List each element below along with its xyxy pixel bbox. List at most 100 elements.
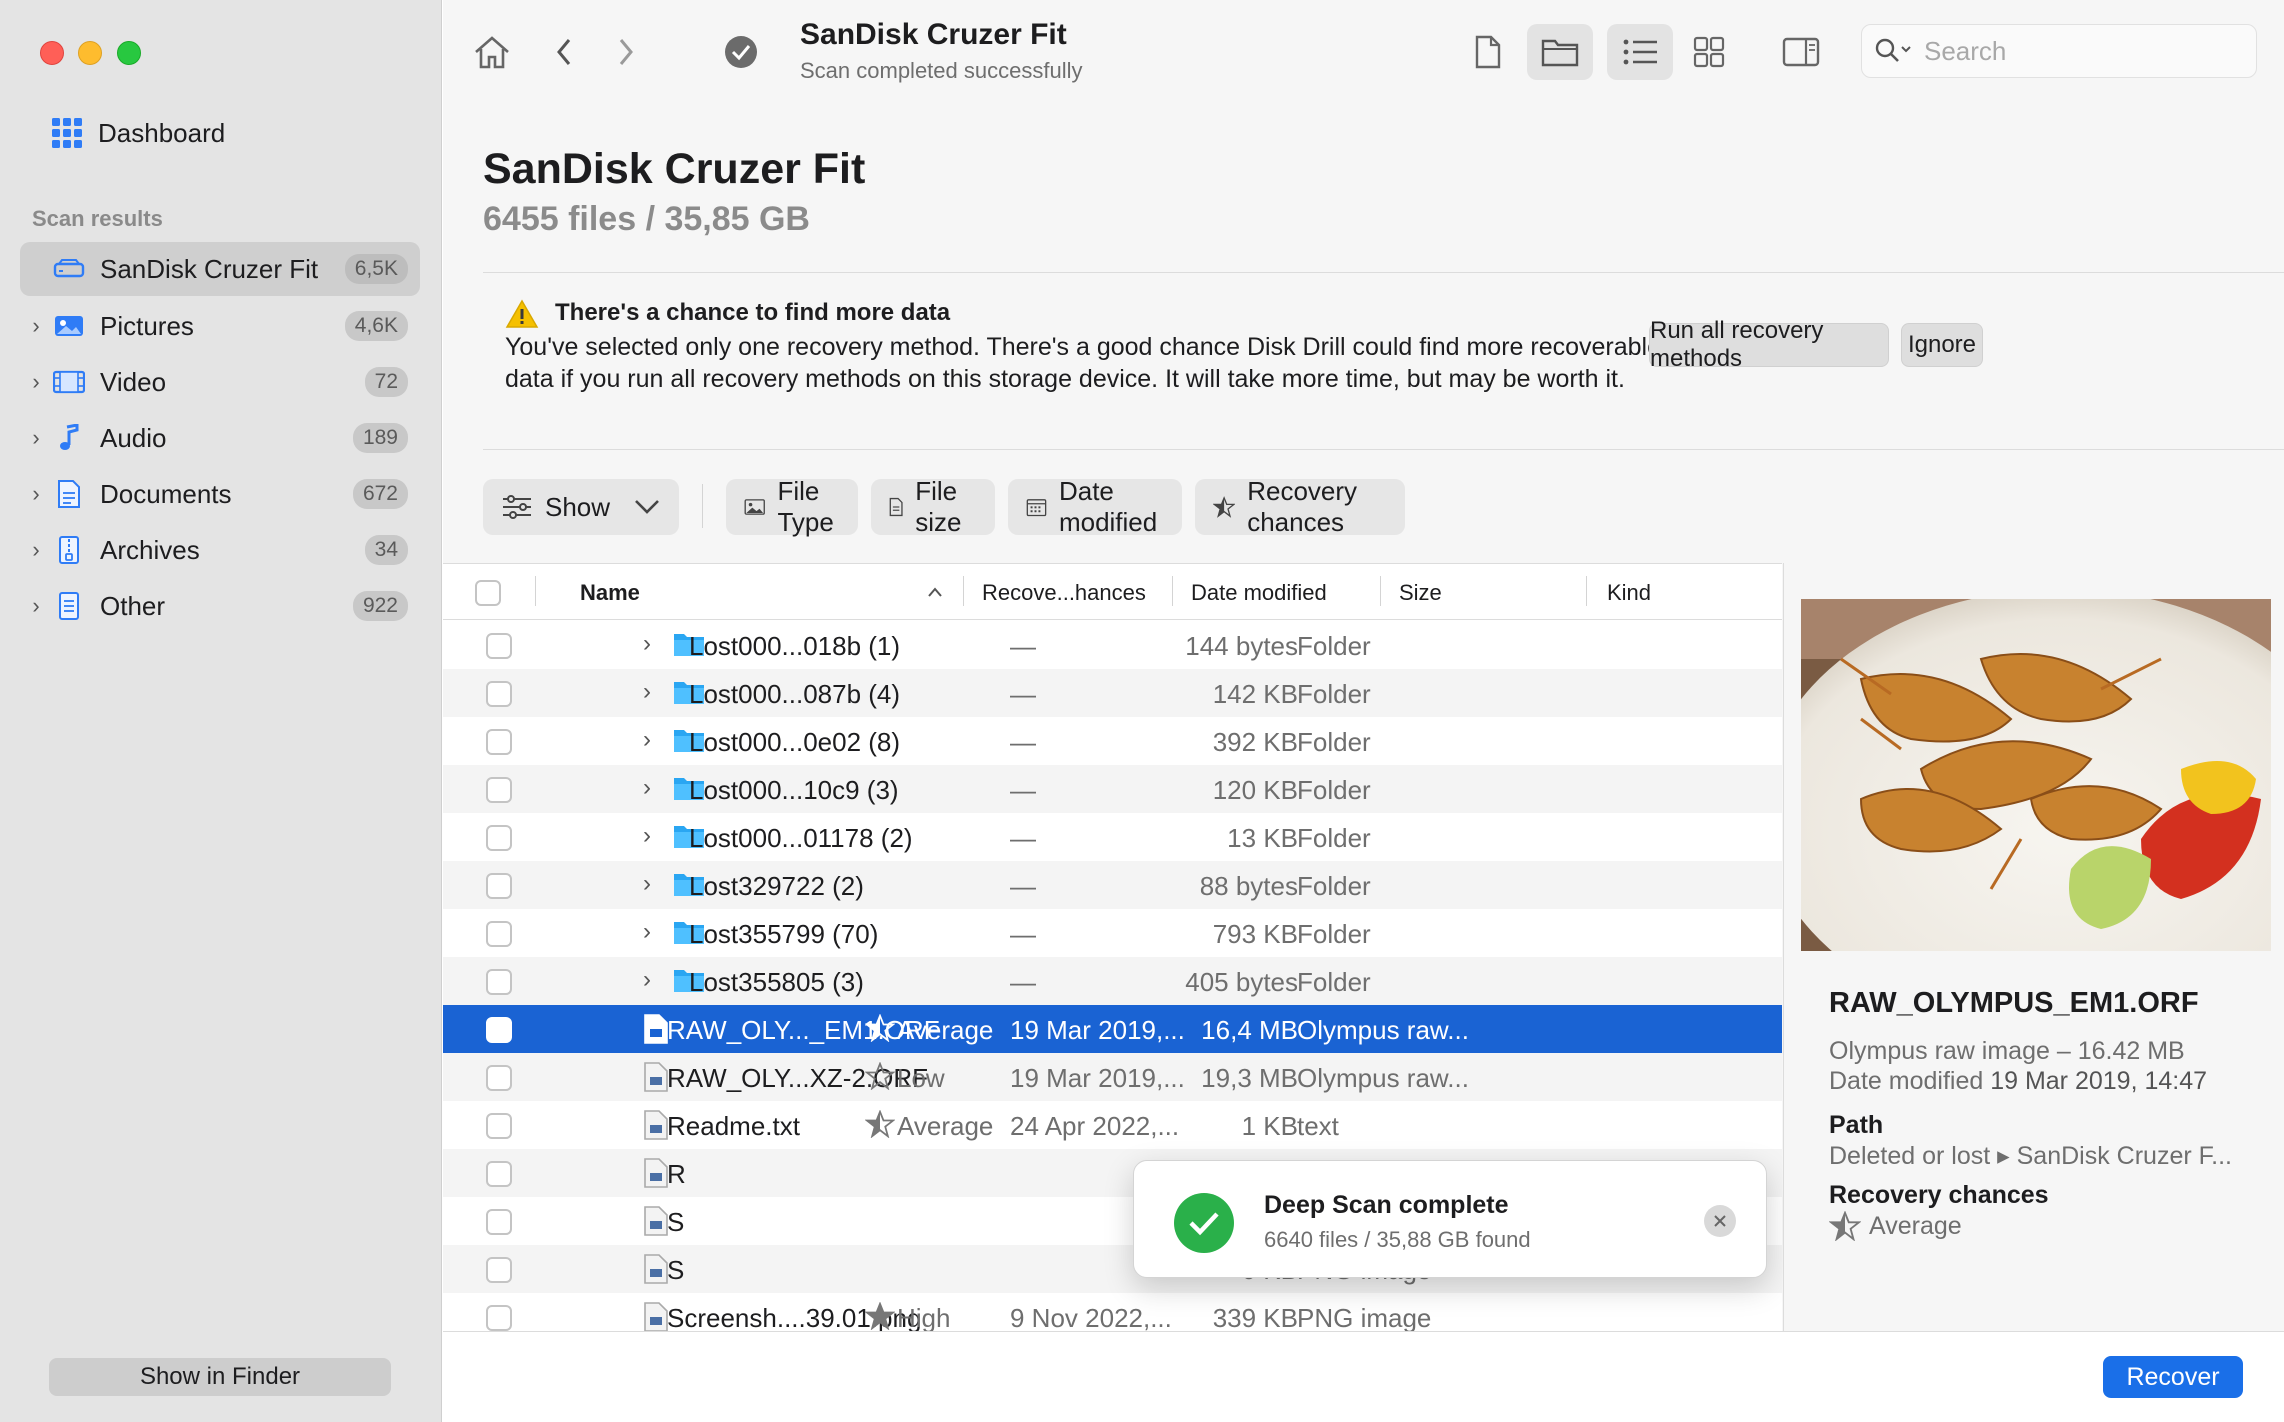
- sidebar-item-pictures[interactable]: › Pictures 4,6K: [20, 299, 420, 353]
- row-size: 13 KB: [1227, 823, 1298, 853]
- select-all-checkbox[interactable]: [475, 580, 501, 606]
- table-row[interactable]: › Lost000...0e02 (8) — 392 KB Folder: [443, 717, 1782, 765]
- preview-date-value: 19 Mar 2019, 14:47: [1990, 1067, 2208, 1095]
- row-checkbox[interactable]: [486, 681, 512, 707]
- sidebar: Dashboard Scan results SanDisk Cruzer Fi…: [0, 0, 442, 1422]
- grid-view-button[interactable]: [1681, 24, 1737, 80]
- sidebar-item-audio[interactable]: › Audio 189: [20, 411, 420, 465]
- row-size: 405 bytes: [1185, 967, 1298, 997]
- file-size-label: File size: [915, 476, 962, 537]
- table-row[interactable]: › Lost000...018b (1) — 144 bytes Folder: [443, 621, 1782, 669]
- row-checkbox[interactable]: [486, 1209, 512, 1235]
- minimize-window-button[interactable]: [78, 41, 102, 65]
- sidebar-item-video[interactable]: › Video 72: [20, 355, 420, 409]
- close-window-button[interactable]: [40, 41, 64, 65]
- toggle-preview-button[interactable]: [1773, 24, 1829, 80]
- zoom-window-button[interactable]: [117, 41, 141, 65]
- chevron-right-icon[interactable]: ›: [20, 481, 52, 507]
- row-checkbox[interactable]: [486, 921, 512, 947]
- row-date: —: [1010, 727, 1036, 757]
- chevron-right-icon[interactable]: ›: [20, 593, 52, 619]
- table-row[interactable]: › Lost000...087b (4) — 142 KB Folder: [443, 669, 1782, 717]
- row-checkbox[interactable]: [486, 1161, 512, 1187]
- ignore-button[interactable]: Ignore: [1901, 323, 1983, 367]
- chevron-right-icon[interactable]: ›: [643, 870, 651, 898]
- chevron-right-icon[interactable]: ›: [643, 726, 651, 754]
- table-row[interactable]: › Lost355799 (70) — 793 KB Folder: [443, 909, 1782, 957]
- row-recovery: Average: [897, 1015, 994, 1045]
- row-checkbox[interactable]: [486, 969, 512, 995]
- table-row[interactable]: › Lost000...01178 (2) — 13 KB Folder: [443, 813, 1782, 861]
- sidebar-item-documents[interactable]: › Documents 672: [20, 467, 420, 521]
- column-recovery-chances[interactable]: Recove...hances: [982, 580, 1146, 606]
- row-checkbox[interactable]: [486, 825, 512, 851]
- sidebar-item-label: Documents: [100, 478, 232, 509]
- row-checkbox[interactable]: [486, 1113, 512, 1139]
- chevron-right-icon[interactable]: ›: [20, 313, 52, 339]
- row-checkbox[interactable]: [486, 1305, 512, 1331]
- sidebar-item-label: Other: [100, 590, 166, 621]
- row-checkbox[interactable]: [486, 1065, 512, 1091]
- forward-button[interactable]: [598, 24, 654, 80]
- row-date: —: [1010, 679, 1036, 709]
- chevron-right-icon[interactable]: ›: [20, 369, 52, 395]
- chevron-right-icon[interactable]: ›: [20, 537, 52, 563]
- row-kind: Folder: [1297, 871, 1371, 901]
- chevron-right-icon[interactable]: ›: [643, 966, 651, 994]
- row-recovery: Average: [897, 1111, 994, 1141]
- table-row[interactable]: › Lost000...10c9 (3) — 120 KB Folder: [443, 765, 1782, 813]
- table-row[interactable]: Readme.txt Average 24 Apr 2022,... 1 KB text: [443, 1101, 1782, 1149]
- date-modified-filter-button[interactable]: Date modified: [1008, 476, 1182, 537]
- chevron-right-icon[interactable]: ›: [20, 425, 52, 451]
- column-size[interactable]: Size: [1399, 580, 1442, 606]
- table-row[interactable]: RAW_OLY...XZ-2.ORF Low 19 Mar 2019,... 19,3…: [443, 1053, 1782, 1101]
- chevron-right-icon[interactable]: ›: [643, 822, 651, 850]
- preview-panel: RAW_OLYMPUS_EM1.ORF Olympus raw image – …: [1783, 563, 2284, 1331]
- chevron-right-icon[interactable]: ›: [643, 678, 651, 706]
- search-field[interactable]: Search: [1861, 24, 2257, 78]
- folder-view-button[interactable]: [1527, 24, 1593, 80]
- back-button[interactable]: [536, 24, 592, 80]
- row-date: —: [1010, 871, 1036, 901]
- file-view-button[interactable]: [1460, 24, 1516, 80]
- sidebar-item-other[interactable]: › Other 922: [20, 579, 420, 633]
- sidebar-item-dashboard[interactable]: Dashboard: [52, 113, 225, 153]
- show-in-finder-button[interactable]: Show in Finder: [49, 1358, 391, 1396]
- column-date-modified[interactable]: Date modified: [1191, 580, 1327, 606]
- show-filter-button[interactable]: Show: [483, 479, 679, 535]
- row-checkbox[interactable]: [486, 1017, 512, 1043]
- sidebar-item-archives[interactable]: › Archives 34: [20, 523, 420, 577]
- row-checkbox[interactable]: [486, 633, 512, 659]
- close-toast-button[interactable]: [1704, 1205, 1736, 1237]
- preview-filename: RAW_OLYMPUS_EM1.ORF: [1829, 987, 2199, 1019]
- row-size: 793 KB: [1212, 919, 1298, 949]
- home-button[interactable]: [464, 24, 520, 80]
- sidebar-item-sandisk[interactable]: SanDisk Cruzer Fit 6,5K: [20, 242, 420, 296]
- chevron-right-icon[interactable]: ›: [643, 774, 651, 802]
- table-row[interactable]: › Lost329722 (2) — 88 bytes Folder: [443, 861, 1782, 909]
- preview-path-value[interactable]: Deleted or lost ▸ SanDisk Cruzer F...: [1829, 1141, 2232, 1171]
- column-name[interactable]: Name: [580, 580, 640, 606]
- table-row[interactable]: › Lost355805 (3) — 405 bytes Folder: [443, 957, 1782, 1005]
- row-checkbox[interactable]: [486, 777, 512, 803]
- sliders-icon: [503, 495, 531, 519]
- chevron-right-icon[interactable]: ›: [643, 918, 651, 946]
- grid-icon: [1693, 36, 1725, 68]
- recover-button[interactable]: Recover: [2103, 1356, 2243, 1398]
- row-date: 24 Apr 2022,...: [1010, 1111, 1180, 1141]
- row-date: 19 Mar 2019,...: [1010, 1063, 1185, 1093]
- row-checkbox[interactable]: [486, 729, 512, 755]
- table-row[interactable]: Screensh....39.01.png High 9 Nov 2022,... 3…: [443, 1293, 1782, 1331]
- table-row[interactable]: RAW_OLY..._EM1.ORF Average 19 Mar 2019,...…: [443, 1005, 1782, 1053]
- column-kind[interactable]: Kind: [1607, 580, 1651, 606]
- run-all-methods-button[interactable]: Run all recovery methods: [1649, 317, 1889, 372]
- file-type-filter-button[interactable]: File Type: [726, 476, 858, 537]
- list-view-button[interactable]: [1607, 24, 1673, 80]
- row-checkbox[interactable]: [486, 1257, 512, 1283]
- chevron-right-icon[interactable]: ›: [643, 630, 651, 658]
- row-date: —: [1010, 919, 1036, 949]
- row-checkbox[interactable]: [486, 873, 512, 899]
- row-kind: Folder: [1297, 775, 1371, 805]
- recovery-chances-filter-button[interactable]: Recovery chances: [1195, 476, 1405, 537]
- file-size-filter-button[interactable]: File size: [871, 476, 995, 537]
